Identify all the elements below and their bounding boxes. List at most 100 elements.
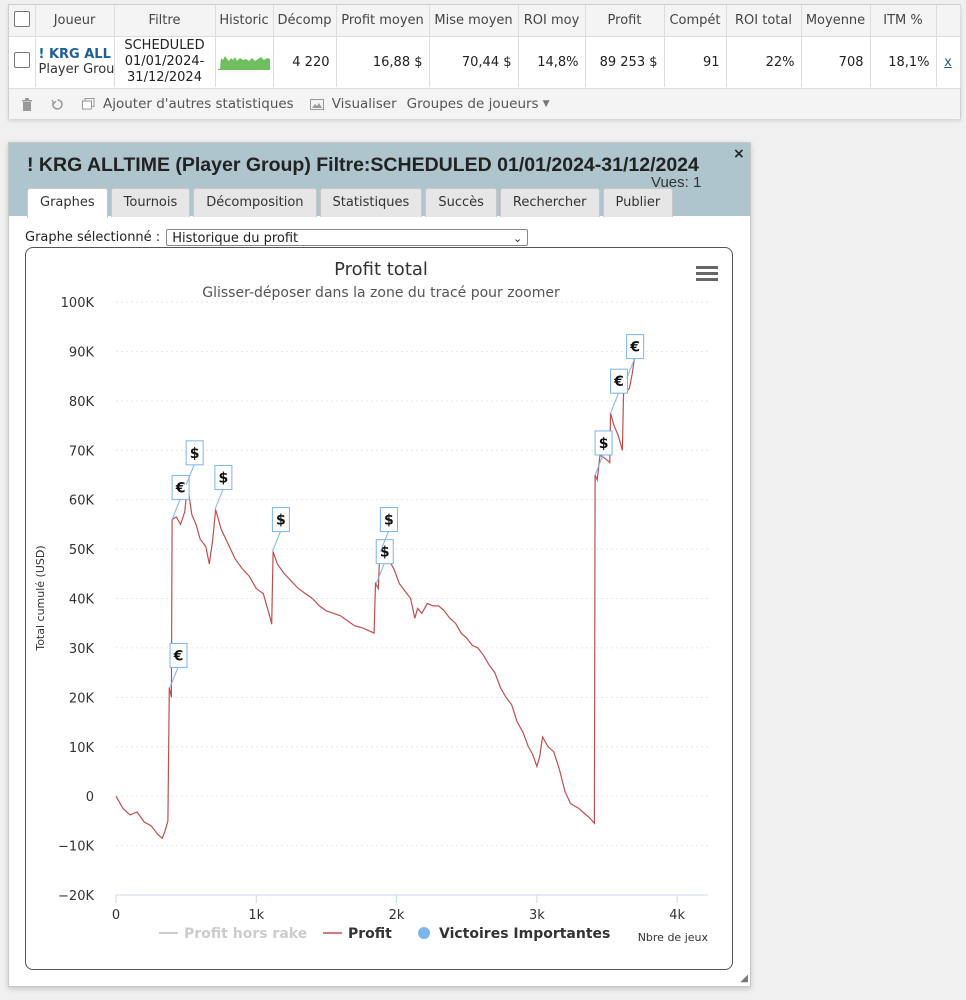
col-header-mise-moyen[interactable]: Mise moyen: [429, 5, 519, 37]
dialog-tabs: Graphes Tournois Décomposition Statistiq…: [27, 188, 676, 218]
y-tick-label: 50K: [69, 543, 95, 558]
y-tick-label: −10K: [58, 840, 94, 855]
moyenne-value: 708: [801, 36, 871, 87]
marker-label: €: [173, 648, 184, 664]
table-toolbar: Ajouter d'autres statistiques Visualiser…: [9, 88, 960, 119]
x-axis-ticks: 0 1k 2k 3k 4k: [112, 895, 686, 923]
add-stats-label: Ajouter d'autres statistiques: [103, 96, 294, 112]
col-header-roi-total[interactable]: ROI total: [726, 5, 802, 37]
menu-bar: [696, 278, 718, 281]
y-tick-label: 0: [86, 790, 94, 805]
chart-title: Profit total: [334, 259, 428, 280]
columns-icon: [82, 98, 95, 110]
col-header-decomp[interactable]: Décomp: [273, 5, 337, 37]
marker-connector: [610, 393, 619, 414]
roi-moy-value: 14,8%: [518, 36, 586, 87]
col-header-profit-moyen[interactable]: Profit moyen: [336, 5, 430, 37]
y-tick-label: 60K: [69, 494, 95, 509]
marker-connector: [375, 563, 385, 584]
roi-total-value: 22%: [726, 36, 802, 87]
x-axis-label: Nbre de jeux: [638, 931, 709, 944]
legend-item-profit[interactable]: Profit: [348, 926, 392, 942]
player-name-link[interactable]: ! KRG ALL: [39, 47, 111, 62]
y-tick-label: 70K: [69, 444, 95, 459]
player-groups-label: Groupes de joueurs: [406, 96, 539, 112]
delete-button[interactable]: [21, 97, 33, 111]
legend-item-profit-hors-rake[interactable]: Profit hors rake: [184, 926, 307, 942]
marker-label: $: [276, 513, 286, 529]
player-cell: ! KRG ALL Player Grou: [35, 36, 115, 87]
tab-graphes[interactable]: Graphes: [27, 188, 108, 218]
tab-rechercher[interactable]: Rechercher: [499, 188, 600, 217]
chart-menu-button[interactable]: [696, 266, 718, 281]
graph-select-label: Graphe sélectionné :: [25, 230, 161, 245]
tab-tournois[interactable]: Tournois: [110, 188, 191, 217]
legend-item-victoires[interactable]: Victoires Importantes: [439, 926, 610, 942]
col-header-joueur[interactable]: Joueur: [35, 5, 115, 37]
marker-label: €: [175, 480, 186, 496]
menu-bar: [696, 266, 718, 269]
y-tick-label: −20K: [58, 889, 94, 904]
remove-row-cell: x: [936, 36, 961, 87]
profit-moyen-value: 16,88 $: [336, 36, 430, 87]
y-tick-label: 90K: [69, 345, 95, 360]
col-header-compet[interactable]: Compét: [664, 5, 727, 37]
add-stats-button[interactable]: Ajouter d'autres statistiques: [82, 96, 294, 112]
refresh-button[interactable]: [51, 98, 64, 111]
filter-cell: SCHEDULED 01/01/2024-31/12/2024: [114, 36, 216, 87]
row-checkbox[interactable]: [13, 52, 30, 68]
trash-icon: [22, 97, 32, 111]
menu-bar: [696, 272, 718, 275]
tab-succes[interactable]: Succès: [425, 188, 497, 217]
profit-chart-svg[interactable]: Profit total Glisser-déposer dans la zon…: [26, 248, 732, 969]
col-header-profit[interactable]: Profit: [585, 5, 665, 37]
profit-series-line: [115, 345, 643, 840]
y-axis-ticks: −20K −10K 0 10K 20K 30K 40K 50K 60K 70K 80K 90K 100K: [58, 296, 94, 904]
col-header-empty: [936, 5, 961, 37]
select-all-checkbox[interactable]: [13, 10, 30, 27]
graph-select[interactable]: Historique du profit ⌄: [166, 229, 529, 246]
dialog-header: ! KRG ALLTIME (Player Group) Filtre:SCHE…: [9, 143, 750, 218]
visualize-button[interactable]: Visualiser: [309, 96, 397, 112]
x-tick-label: 1k: [248, 908, 264, 923]
table-header-row: Joueur Filtre Historic Décomp Profit moy…: [9, 5, 961, 37]
history-sparkline[interactable]: [217, 50, 272, 70]
marker-label: €: [629, 340, 640, 356]
tab-decomposition[interactable]: Décomposition: [193, 188, 317, 217]
row-select-cell[interactable]: [9, 36, 36, 87]
history-sparkline-cell[interactable]: [215, 36, 274, 87]
visualize-label: Visualiser: [331, 96, 397, 112]
x-tick-label: 2k: [389, 908, 405, 923]
table-row: ! KRG ALL Player Grou SCHEDULED 01/01/20…: [9, 36, 961, 87]
y-tick-label: 40K: [69, 593, 95, 608]
graph-select-row: Graphe sélectionné : Historique du profi…: [25, 229, 529, 246]
chevron-down-icon: ▼: [542, 99, 550, 109]
chart-subtitle: Glisser-déposer dans la zone du tracé po…: [202, 285, 560, 301]
y-axis-label: Total cumulé (USD): [34, 545, 47, 651]
player-groups-dropdown[interactable]: Groupes de joueurs ▼: [407, 96, 550, 112]
resize-handle-icon[interactable]: ◢: [740, 973, 748, 984]
compet-value: 91: [664, 36, 727, 87]
close-icon[interactable]: ×: [733, 146, 745, 162]
y-tick-label: 100K: [61, 296, 95, 311]
col-header-moyenne[interactable]: Moyenne: [801, 5, 871, 37]
select-all-header[interactable]: [9, 5, 36, 37]
y-tick-label: 20K: [69, 691, 95, 706]
y-tick-label: 30K: [69, 642, 95, 657]
col-header-roi-moy[interactable]: ROI moy: [518, 5, 586, 37]
player-type: Player Grou: [38, 62, 114, 77]
y-tick-label: 80K: [69, 395, 95, 410]
tab-statistiques[interactable]: Statistiques: [319, 188, 423, 217]
player-graph-dialog: ! KRG ALLTIME (Player Group) Filtre:SCHE…: [8, 142, 751, 987]
col-header-itm[interactable]: ITM %: [870, 5, 937, 37]
marker-connector: [271, 531, 281, 552]
x-tick-label: 4k: [669, 908, 685, 923]
x-tick-label: 0: [112, 908, 120, 923]
chart-series: [115, 345, 643, 840]
remove-row-link[interactable]: x: [944, 55, 952, 70]
col-header-filtre[interactable]: Filtre: [114, 5, 216, 37]
profit-chart[interactable]: Profit total Glisser-déposer dans la zon…: [25, 247, 733, 970]
tab-publier[interactable]: Publier: [602, 188, 674, 217]
profit-value: 89 253 $: [585, 36, 665, 87]
col-header-historic[interactable]: Historic: [215, 5, 274, 37]
